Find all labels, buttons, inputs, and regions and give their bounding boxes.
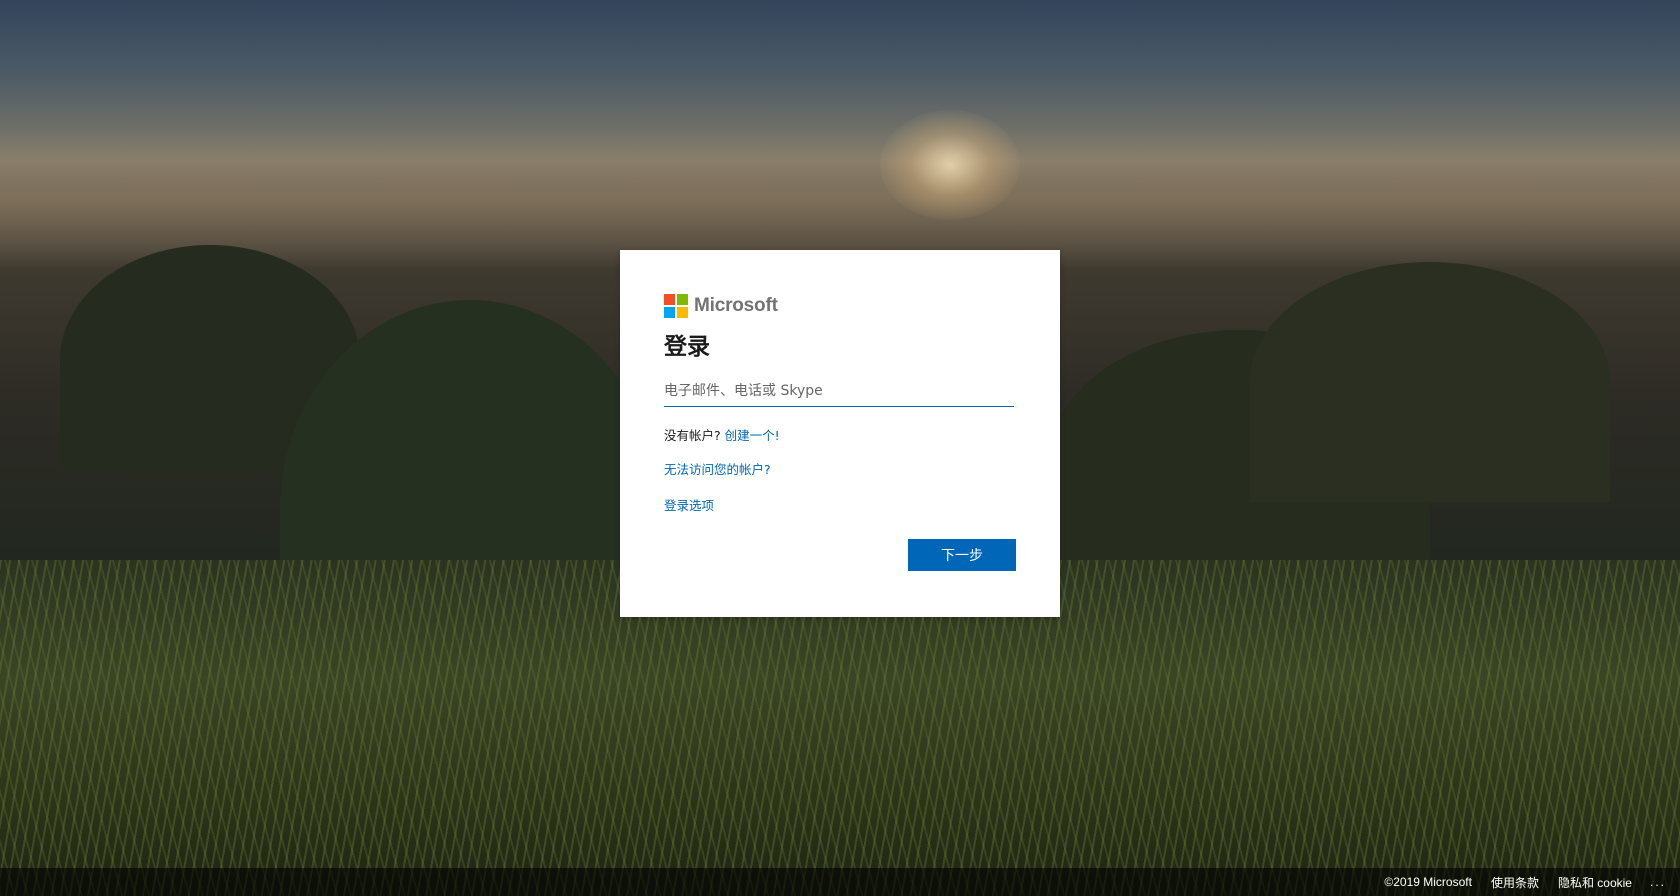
button-row: 下一步 xyxy=(664,539,1016,571)
no-account-label: 没有帐户? xyxy=(664,428,721,443)
hill-right xyxy=(1250,262,1610,502)
next-button[interactable]: 下一步 xyxy=(908,539,1016,571)
microsoft-logo-icon xyxy=(664,294,688,318)
terms-of-use-link[interactable]: 使用条款 xyxy=(1491,874,1539,891)
more-options-icon[interactable]: ... xyxy=(1650,875,1666,889)
page-title: 登录 xyxy=(664,334,710,360)
microsoft-logo-text: Microsoft xyxy=(694,295,778,316)
microsoft-logo: Microsoft xyxy=(664,294,1016,318)
email-field[interactable] xyxy=(664,376,1014,407)
sun-glow xyxy=(880,110,1020,220)
copyright-text: ©2019 Microsoft xyxy=(1384,875,1472,889)
signin-card: Microsoft 登录 没有帐户? 创建一个! 无法访问您的帐户? 登录选项 … xyxy=(620,250,1060,617)
cant-access-account-link[interactable]: 无法访问您的帐户? xyxy=(664,462,771,477)
signin-options-link[interactable]: 登录选项 xyxy=(664,498,714,513)
footer: ©2019 Microsoft 使用条款 隐私和 cookie ... xyxy=(0,868,1680,896)
no-account-row: 没有帐户? 创建一个! xyxy=(664,427,1016,445)
cant-access-row: 无法访问您的帐户? xyxy=(664,461,1016,479)
signin-options-row: 登录选项 xyxy=(664,497,1016,515)
create-account-link[interactable]: 创建一个! xyxy=(725,428,780,443)
privacy-cookies-link[interactable]: 隐私和 cookie xyxy=(1558,874,1632,891)
